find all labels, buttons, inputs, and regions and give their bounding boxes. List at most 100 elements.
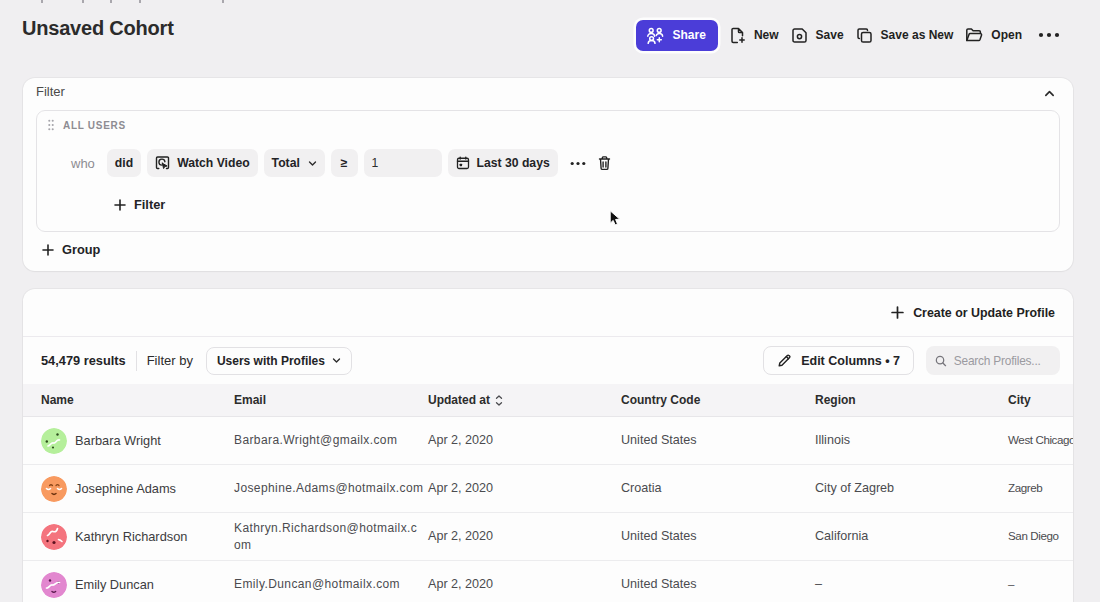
cell-email: Emily.Duncan@hotmailx.com — [216, 576, 428, 593]
drag-handle-icon[interactable] — [47, 119, 55, 131]
clause-more-button[interactable] — [566, 157, 590, 170]
folder-open-icon — [965, 27, 983, 43]
filter-card-title: Filter — [36, 84, 65, 99]
column-header-region[interactable]: Region — [797, 393, 990, 407]
cell-region: Illinois — [797, 433, 990, 449]
header-actions: Share New Save — [636, 20, 1068, 51]
event-chip[interactable]: Watch Video — [147, 149, 257, 177]
share-button-label: Share — [673, 28, 706, 42]
new-button-label: New — [754, 28, 779, 42]
profiles-filter-select[interactable]: Users with Profiles — [206, 347, 352, 375]
chevron-down-icon — [332, 356, 341, 365]
add-filter-button[interactable]: Filter — [114, 197, 165, 212]
share-button[interactable]: Share — [636, 20, 718, 51]
header-more-button[interactable] — [1028, 26, 1068, 44]
operator-chip-label: ≥ — [341, 156, 348, 170]
cell-updated-at: Apr 2, 2020 — [428, 433, 603, 449]
filter-card: Filter ALL USERS who did — [23, 78, 1073, 271]
aggregation-chip[interactable]: Total — [264, 149, 325, 177]
new-file-icon — [729, 27, 746, 44]
add-filter-label: Filter — [134, 197, 165, 212]
calendar-icon — [456, 156, 470, 170]
delete-clause-button[interactable] — [593, 151, 616, 175]
save-as-new-button[interactable]: Save as New — [850, 21, 960, 50]
more-dots-icon — [1038, 32, 1060, 38]
who-label: who — [71, 156, 95, 171]
column-header-label: Country Code — [621, 393, 700, 407]
create-profile-label: Create or Update Profile — [913, 306, 1055, 320]
search-icon — [935, 354, 947, 368]
did-chip-label: did — [115, 156, 133, 170]
cell-region: California — [797, 529, 990, 545]
clipped-glyph — [82, 0, 84, 3]
profile-avatar — [41, 524, 67, 550]
table-row[interactable]: Kathryn Richardson Kathryn.Richardson@hot… — [23, 513, 1073, 561]
column-header-country-code[interactable]: Country Code — [603, 393, 797, 407]
column-header-label: Email — [234, 393, 266, 407]
cell-region: City of Zagreb — [797, 481, 990, 497]
column-header-email[interactable]: Email — [216, 393, 428, 407]
cell-updated-at: Apr 2, 2020 — [428, 481, 603, 497]
table-row[interactable]: Barbara Wright Barbara.Wright@gmailx.comA… — [23, 417, 1073, 465]
aggregation-chip-label: Total — [272, 156, 300, 170]
cell-name: Barbara Wright — [23, 428, 216, 454]
column-header-label: City — [1008, 393, 1031, 407]
cell-name: Kathryn Richardson — [23, 524, 216, 550]
table-header-row: Name Email Updated at Country Code Region Cit… — [23, 384, 1073, 417]
page-title: Unsaved Cohort — [22, 17, 174, 40]
new-button[interactable]: New — [723, 21, 785, 50]
open-button[interactable]: Open — [959, 21, 1028, 49]
cell-country-code: United States — [603, 577, 797, 593]
date-range-chip[interactable]: Last 30 days — [448, 149, 558, 177]
more-dots-icon — [570, 161, 586, 166]
profiles-search — [926, 346, 1060, 375]
pencil-icon — [777, 353, 792, 368]
filter-by-label: Filter by — [147, 353, 193, 368]
cell-name: Emily Duncan — [23, 572, 216, 598]
column-header-label: Updated at — [428, 393, 490, 407]
date-range-chip-label: Last 30 days — [477, 156, 550, 170]
cell-email: Josephine.Adams@hotmailx.com — [216, 480, 428, 497]
event-chip-label: Watch Video — [177, 156, 249, 170]
edit-columns-label: Edit Columns • 7 — [801, 354, 900, 368]
profile-avatar — [41, 572, 67, 598]
event-icon — [155, 155, 170, 171]
collapse-filter-button[interactable] — [1040, 84, 1059, 103]
cell-email: Kathryn.Richardson@hotmailx.com — [216, 520, 428, 554]
cell-city: Zagreb — [990, 481, 1073, 495]
cell-updated-at: Apr 2, 2020 — [428, 529, 603, 545]
value-input[interactable] — [364, 149, 442, 177]
add-group-label: Group — [62, 242, 100, 257]
save-button[interactable]: Save — [785, 21, 850, 50]
edit-columns-button[interactable]: Edit Columns • 7 — [763, 346, 914, 375]
create-or-update-profile-button[interactable]: Create or Update Profile — [891, 306, 1055, 320]
results-head: Create or Update Profile — [23, 289, 1073, 337]
cell-city: West Chicago — [990, 433, 1073, 447]
table-row[interactable]: Emily DuncanEmily.Duncan@hotmailx.comApr… — [23, 561, 1073, 602]
operator-chip[interactable]: ≥ — [331, 149, 358, 177]
profile-name: Josephine Adams — [75, 481, 176, 497]
cell-country-code: Croatia — [603, 481, 797, 497]
chevron-down-icon — [308, 159, 317, 168]
save-icon — [791, 27, 808, 44]
column-header-label: Name — [41, 393, 74, 407]
group-title: ALL USERS — [63, 120, 126, 131]
column-header-updated-at[interactable]: Updated at — [428, 393, 603, 407]
table-row[interactable]: Josephine Adams Josephine.Adams@hotmailx.… — [23, 465, 1073, 513]
profile-name: Kathryn Richardson — [75, 529, 187, 545]
column-header-city[interactable]: City — [990, 393, 1073, 407]
share-people-icon — [646, 27, 665, 44]
did-chip[interactable]: did — [107, 149, 141, 177]
mouse-cursor — [609, 210, 621, 227]
profile-name: Barbara Wright — [75, 433, 161, 449]
results-card: Create or Update Profile 54,479 results … — [23, 289, 1073, 602]
add-group-button[interactable]: Group — [42, 242, 100, 257]
cell-email: Barbara.Wright@gmailx.com — [216, 432, 428, 449]
trash-icon — [597, 155, 612, 171]
column-header-name[interactable]: Name — [23, 393, 216, 407]
cell-city: San Diego — [990, 529, 1073, 543]
sort-icon — [495, 395, 503, 406]
filter-group-head: ALL USERS — [37, 111, 1059, 131]
profile-avatar — [41, 428, 67, 454]
search-input[interactable] — [954, 354, 1051, 368]
